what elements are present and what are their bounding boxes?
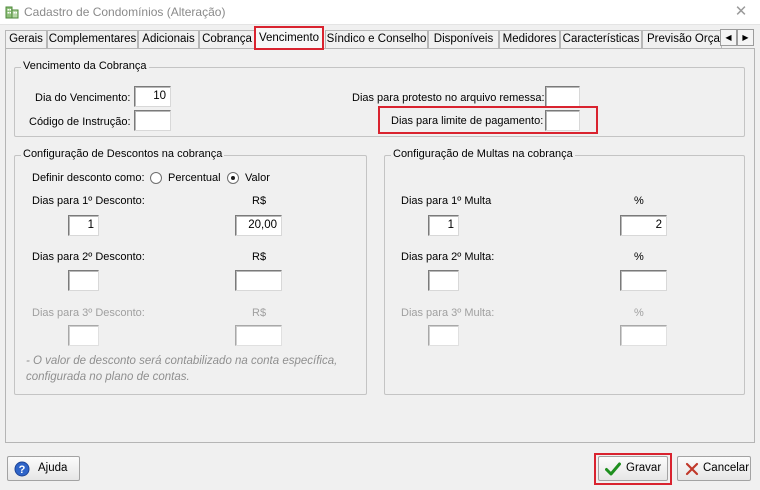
building-icon <box>5 6 19 19</box>
desconto-1-label: Dias para 1º Desconto: <box>32 195 145 207</box>
tab-label: Disponíveis <box>433 33 494 45</box>
radio-percentual-label: Percentual <box>168 172 221 184</box>
tab-vencimento[interactable]: Vencimento <box>254 26 324 50</box>
multa-3-amount-field[interactable] <box>620 325 667 346</box>
tab-label: Síndico e Conselho <box>326 33 427 45</box>
tab-adicionais[interactable]: Adicionais <box>138 30 199 49</box>
tab-label: Previsão Orçam <box>647 33 722 45</box>
save-button-label: Gravar <box>626 462 662 474</box>
title-bar: Cadastro de Condomínios (Alteração) ✕ <box>0 0 760 25</box>
multa-3-unit: % <box>634 307 644 319</box>
cancel-button-label: Cancelar <box>703 462 750 474</box>
group-legend: Configuração de Multas na cobrança <box>391 148 575 160</box>
desconto-2-amount-field[interactable] <box>235 270 282 291</box>
multa-3-label: Dias para 3º Multa: <box>401 307 495 319</box>
radio-valor-label: Valor <box>245 172 270 184</box>
close-button[interactable]: ✕ <box>732 3 750 21</box>
definir-desconto-label: Definir desconto como: <box>32 172 145 184</box>
desconto-note-line1: - O valor de desconto será contabilizado… <box>26 355 338 367</box>
tab-medidores[interactable]: Medidores <box>499 30 560 49</box>
radio-valor[interactable] <box>227 172 239 184</box>
cancel-button[interactable]: Cancelar <box>677 456 751 481</box>
multa-1-unit: % <box>634 195 644 207</box>
tab-label: Medidores <box>502 33 557 45</box>
multa-2-days-field[interactable] <box>428 270 459 291</box>
group-legend: Vencimento da Cobrança <box>21 60 149 72</box>
desconto-2-unit: R$ <box>252 251 267 263</box>
multa-3-days-field[interactable] <box>428 325 459 346</box>
desconto-2-days-field[interactable] <box>68 270 99 291</box>
tab-label: Gerais <box>9 33 43 45</box>
codigo-instrucao-field[interactable] <box>134 110 171 131</box>
multa-2-unit: % <box>634 251 644 263</box>
save-button[interactable]: Gravar <box>598 456 668 481</box>
dias-limite-label: Dias para limite de pagamento: <box>391 115 544 127</box>
multa-1-days-field[interactable]: 1 <box>428 215 459 236</box>
tab-label: Complementares <box>48 33 137 45</box>
desconto-3-label: Dias para 3º Desconto: <box>32 307 145 319</box>
radio-percentual[interactable] <box>150 172 162 184</box>
dias-protesto-label: Dias para protesto no arquivo remessa: <box>352 92 545 104</box>
help-button-label: Ajuda <box>38 462 68 474</box>
desconto-1-amount-field[interactable]: 20,00 <box>235 215 282 236</box>
dia-vencimento-field[interactable]: 10 <box>134 86 171 107</box>
tab-complementares[interactable]: Complementares <box>47 30 138 49</box>
help-button[interactable]: ? Ajuda <box>7 456 80 481</box>
tab-sindico-e-conselho[interactable]: Síndico e Conselho <box>325 30 428 49</box>
desconto-1-days-field[interactable]: 1 <box>68 215 99 236</box>
help-icon: ? <box>14 461 30 477</box>
tab-page-vencimento: Vencimento da Cobrança Dia do Vencimento… <box>5 48 755 443</box>
desconto-3-unit: R$ <box>252 307 267 319</box>
multa-1-amount-field[interactable]: 2 <box>620 215 667 236</box>
chevron-left-icon: ◀ <box>725 33 732 42</box>
cancel-x-icon <box>685 462 699 476</box>
close-icon: ✕ <box>734 3 748 20</box>
multa-2-label: Dias para 2º Multa: <box>401 251 495 263</box>
desconto-3-amount-field[interactable] <box>235 325 282 346</box>
svg-text:?: ? <box>19 464 26 476</box>
desconto-3-days-field[interactable] <box>68 325 99 346</box>
tab-gerais[interactable]: Gerais <box>5 30 47 49</box>
desconto-1-unit: R$ <box>252 195 267 207</box>
codigo-instrucao-label: Código de Instrução: <box>29 116 131 128</box>
chevron-right-icon: ▶ <box>742 33 749 42</box>
group-legend: Configuração de Descontos na cobrança <box>21 148 225 160</box>
tab-cobranca[interactable]: Cobrança <box>199 30 255 49</box>
desconto-note-line2: configurada no plano de contas. <box>26 371 190 383</box>
tab-scroll-left-button[interactable]: ◀ <box>720 29 737 46</box>
tab-label: Vencimento <box>258 32 320 44</box>
desconto-2-label: Dias para 2º Desconto: <box>32 251 145 263</box>
tab-label: Características <box>562 33 640 45</box>
tab-scroll-right-button[interactable]: ▶ <box>737 29 754 46</box>
tab-disponiveis[interactable]: Disponíveis <box>428 30 499 49</box>
dias-protesto-field[interactable] <box>545 86 580 107</box>
tab-label: Adicionais <box>142 33 195 45</box>
checkmark-icon <box>605 462 621 476</box>
multa-2-amount-field[interactable] <box>620 270 667 291</box>
dias-limite-field[interactable] <box>545 110 580 131</box>
tab-strip: Gerais Complementares Adicionais Cobranç… <box>5 26 755 50</box>
tab-label: Cobrança <box>202 33 252 45</box>
multa-1-label: Dias para 1º Multa <box>401 195 492 207</box>
tab-caracteristicas[interactable]: Características <box>560 30 642 49</box>
dia-vencimento-label: Dia do Vencimento: <box>35 92 131 104</box>
window-title: Cadastro de Condomínios (Alteração) <box>24 5 226 19</box>
tab-previsao-orcamento[interactable]: Previsão Orçam <box>642 30 722 49</box>
